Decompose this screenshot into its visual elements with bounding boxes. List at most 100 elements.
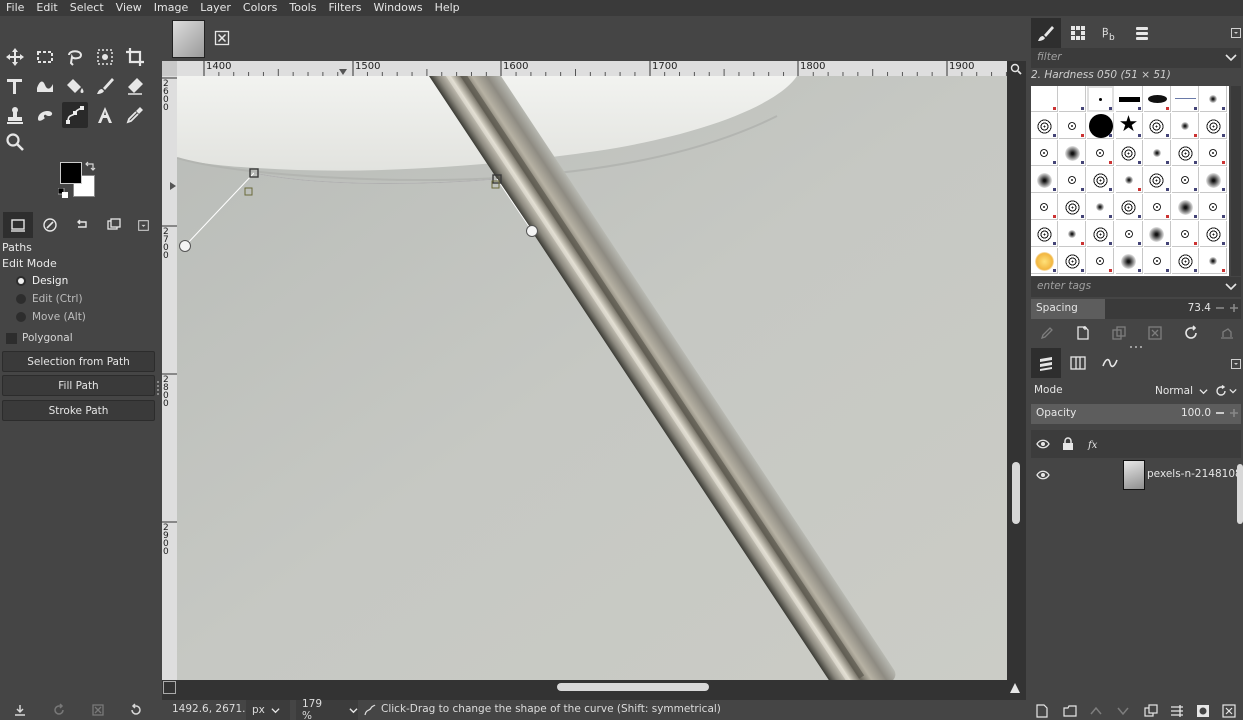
tab-paths[interactable] [1095,348,1125,378]
tab-undo-history[interactable] [67,212,97,238]
unified-transform-tool-button[interactable] [2,73,28,99]
close-image-icon[interactable] [214,30,230,46]
plus-icon[interactable] [1228,407,1240,419]
menu-file[interactable]: File [0,0,30,16]
tab-fonts[interactable]: Ꞵb [1095,18,1125,48]
brush-thumbnail[interactable] [1143,221,1171,247]
mode-edit-radio[interactable]: Edit (Ctrl) [16,291,83,307]
warp-transform-tool-button[interactable] [32,73,58,99]
vertical-ruler[interactable]: 2600 2700 2800 2900 [162,76,177,680]
brush-thumbnail[interactable] [1031,221,1058,247]
mode-move-radio[interactable]: Move (Alt) [16,309,86,325]
open-brush-as-image-icon[interactable] [1219,325,1235,341]
selection-from-path-button[interactable]: Selection from Path [2,351,155,372]
new-brush-icon[interactable] [1075,325,1091,341]
edit-brush-icon[interactable] [1039,325,1055,341]
unit-select[interactable]: px [246,700,290,720]
lower-layer-icon[interactable] [1116,704,1130,718]
tab-layers[interactable] [1031,348,1061,378]
tab-patterns[interactable] [1063,18,1093,48]
brush-thumbnail[interactable] [1143,167,1171,193]
brush-thumbnail[interactable] [1031,248,1058,274]
fuzzy-select-tool-button[interactable] [92,44,118,70]
horizontal-ruler[interactable]: 1400 1500 1600 1700 1800 1900 [177,61,1007,76]
layer-row[interactable]: pexels-n-2148108109- [1031,458,1243,492]
brush-thumbnail[interactable] [1059,113,1087,139]
brush-thumbnail[interactable] [1087,86,1115,112]
brush-thumbnail[interactable] [1143,194,1171,220]
brush-thumbnail[interactable] [1200,86,1228,112]
polygonal-checkbox[interactable]: Polygonal [6,332,73,344]
brush-thumbnail[interactable] [1172,221,1199,247]
image-canvas[interactable] [177,76,1007,680]
brush-thumbnail[interactable] [1031,113,1058,139]
brush-thumbnail[interactable] [1087,113,1115,139]
dock-menu-icon[interactable] [1231,359,1241,369]
layer-mask-icon[interactable] [1196,704,1210,718]
color-picker-tool-button[interactable] [122,102,148,128]
brush-thumbnail[interactable] [1172,113,1199,139]
tab-images[interactable] [99,212,129,238]
refresh-brushes-icon[interactable] [1183,325,1199,341]
brush-thumbnail[interactable] [1059,167,1087,193]
menu-layer[interactable]: Layer [194,0,237,16]
brush-thumbnail[interactable] [1115,248,1143,274]
pane-resize-handle[interactable] [157,381,159,395]
visibility-eye-icon[interactable] [1036,468,1050,482]
brush-thumbnail[interactable] [1143,86,1171,112]
pane-resize-handle[interactable] [1129,345,1143,349]
raise-layer-icon[interactable] [1089,704,1103,718]
brush-thumbnail[interactable] [1143,140,1171,166]
mode-design-radio[interactable]: Design [16,273,68,289]
layers-scrollbar-thumb[interactable] [1237,464,1243,524]
brush-thumbnail[interactable] [1087,167,1115,193]
navigate-icon[interactable] [1010,63,1022,75]
rect-select-tool-button[interactable] [32,44,58,70]
merge-layer-icon[interactable] [1170,704,1184,718]
brush-thumbnail[interactable] [1031,167,1058,193]
brush-grid-scrollbar[interactable] [1231,86,1241,276]
duplicate-brush-icon[interactable] [1111,325,1127,341]
brush-filter-field[interactable]: filter [1031,48,1241,68]
menu-filters[interactable]: Filters [322,0,367,16]
reset-colors-icon[interactable] [58,188,68,198]
menu-tools[interactable]: Tools [283,0,322,16]
delete-brush-icon[interactable] [1147,325,1163,341]
brush-thumbnail[interactable] [1115,221,1143,247]
layer-mode-select[interactable]: Normal [1155,381,1209,401]
zoom-image-with-window-icon[interactable] [1008,681,1022,695]
zoom-select[interactable]: 179 % [296,698,358,720]
reset-options-icon[interactable] [129,703,143,717]
menu-help[interactable]: Help [429,0,466,16]
brush-thumbnail[interactable] [1172,140,1199,166]
brush-thumbnail[interactable] [1059,221,1087,247]
paths-tool-button[interactable] [62,102,88,128]
new-layer-icon[interactable] [1035,704,1049,718]
brush-thumbnail[interactable]: ★ [1115,113,1143,139]
brush-thumbnail[interactable] [1172,194,1199,220]
brush-thumbnail[interactable] [1200,248,1228,274]
brush-thumbnail[interactable] [1115,167,1143,193]
menu-edit[interactable]: Edit [30,0,63,16]
brush-thumbnail[interactable] [1200,140,1228,166]
brush-thumbnail[interactable] [1200,221,1228,247]
bucket-fill-tool-button[interactable] [62,73,88,99]
menu-colors[interactable]: Colors [237,0,283,16]
move-tool-button[interactable] [2,44,28,70]
duplicate-layer-icon[interactable] [1144,704,1158,718]
brush-thumbnail[interactable] [1087,194,1115,220]
brush-thumbnail[interactable] [1172,167,1199,193]
zoom-tool-button[interactable] [2,129,28,155]
opacity-spinscale[interactable]: Opacity 100.0 [1031,404,1241,424]
free-select-tool-button[interactable] [62,44,88,70]
restore-options-icon[interactable] [52,703,66,717]
brush-thumbnail[interactable] [1115,194,1143,220]
tab-document-history[interactable] [1127,18,1157,48]
brush-thumbnail[interactable] [1115,140,1143,166]
dock-menu-icon[interactable] [1231,28,1241,38]
layer-composite-select[interactable] [1215,381,1241,401]
minus-icon[interactable] [1214,407,1226,419]
image-tab[interactable] [162,18,238,60]
tab-channels[interactable] [1063,348,1093,378]
brush-thumbnail[interactable] [1031,86,1058,112]
